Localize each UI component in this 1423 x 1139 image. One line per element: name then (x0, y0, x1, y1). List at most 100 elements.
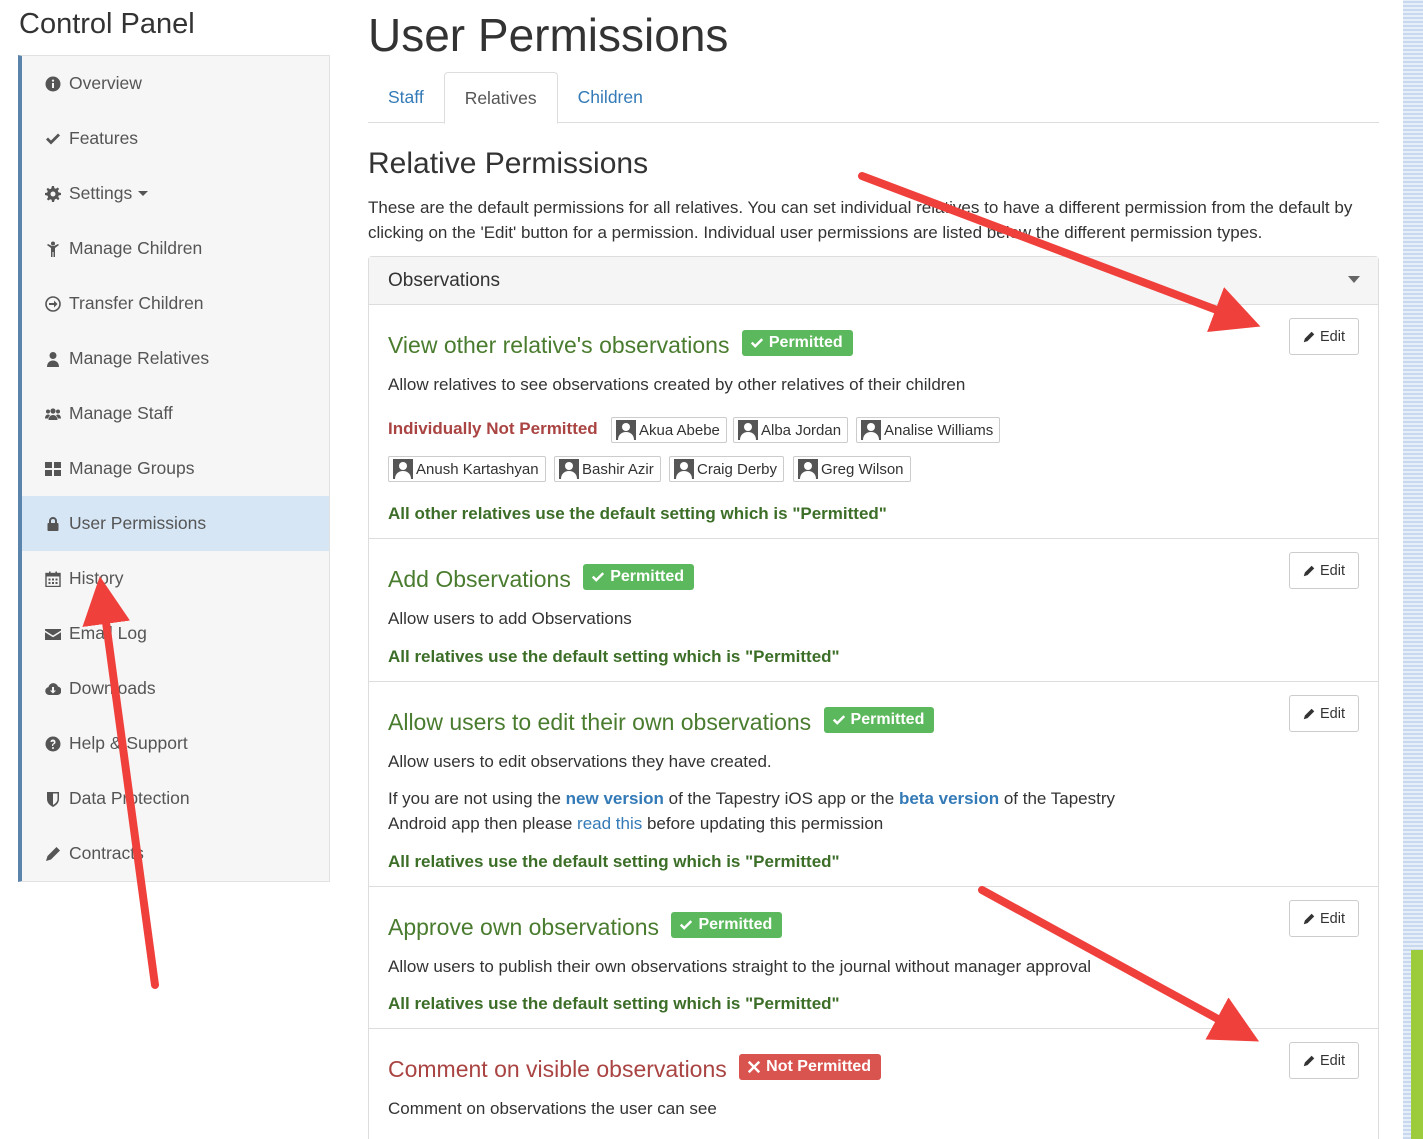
default-setting-text: All relatives use the default setting wh… (388, 852, 840, 871)
sidebar-nav: Overview Features Settings Manage Childr… (18, 55, 330, 882)
sidebar-item-email-log[interactable]: Email Log (22, 606, 329, 661)
sidebar-item-manage-relatives[interactable]: Manage Relatives (22, 331, 329, 386)
tab-relatives[interactable]: Relatives (443, 72, 558, 124)
sidebar-item-transfer-children[interactable]: Transfer Children (22, 276, 329, 331)
calendar-icon (44, 570, 62, 588)
edit-button[interactable]: Edit (1289, 318, 1359, 355)
sidebar-item-manage-staff[interactable]: Manage Staff (22, 386, 329, 441)
groups-icon (44, 460, 62, 478)
permission-description: Allow users to edit observations they ha… (388, 752, 772, 771)
permission-title: View other relative's observations Permi… (388, 330, 853, 359)
status-badge-label: Permitted (610, 568, 685, 585)
sidebar-item-features[interactable]: Features (22, 111, 329, 166)
edit-button[interactable]: Edit (1289, 900, 1359, 937)
status-badge: Permitted (583, 564, 695, 590)
user-chip[interactable]: Akua Abebe (611, 417, 727, 443)
sidebar-title: Control Panel (19, 8, 195, 40)
tab-bar: Staff Relatives Children (368, 72, 1379, 124)
section-title: Relative Permissions (368, 147, 649, 180)
permission-title-text: View other relative's observations (388, 332, 730, 358)
edit-button-label: Edit (1320, 910, 1345, 927)
sidebar-item-help-support[interactable]: Help & Support (22, 716, 329, 771)
panel-heading-label: Observations (388, 269, 500, 291)
window-edge-accent (1411, 950, 1423, 1139)
sidebar-item-manage-groups[interactable]: Manage Groups (22, 441, 329, 496)
sidebar-item-user-permissions[interactable]: User Permissions (22, 496, 329, 551)
check-icon (832, 715, 845, 725)
user-name: Bashir Azir (582, 460, 654, 478)
sidebar-item-label: Help & Support (69, 733, 188, 753)
pencil-icon (1303, 913, 1315, 924)
permission-title-text: Comment on visible observations (388, 1056, 727, 1082)
sidebar-item-label: History (69, 568, 124, 588)
edit-button[interactable]: Edit (1289, 695, 1359, 732)
gear-icon (44, 185, 62, 203)
pencil-icon (44, 845, 62, 863)
status-badge: Permitted (823, 707, 935, 733)
sidebar-item-settings[interactable]: Settings (22, 166, 329, 221)
pencil-icon (1303, 565, 1315, 576)
sidebar-item-data-protection[interactable]: Data Protection (22, 771, 329, 826)
status-badge: Permitted (741, 330, 853, 356)
permission-title: Allow users to edit their own observatio… (388, 707, 935, 736)
lock-icon (44, 515, 62, 533)
sidebar-item-contracts[interactable]: Contracts (22, 826, 329, 881)
avatar-icon (798, 459, 818, 479)
cloud-download-icon (44, 680, 62, 698)
note-text: If you are not using the (388, 789, 566, 808)
default-setting-text: All relatives use the default setting wh… (388, 994, 840, 1013)
caret-down-icon (138, 191, 149, 196)
read-this-link[interactable]: read this (577, 814, 642, 833)
user-chip[interactable]: Greg Wilson (793, 456, 911, 482)
close-icon (748, 1060, 761, 1074)
user-name: Greg Wilson (821, 460, 904, 478)
envelope-icon (44, 625, 62, 643)
sidebar-item-label: Manage Children (69, 238, 203, 258)
sidebar-item-overview[interactable]: Overview (22, 56, 329, 111)
avatar-icon (393, 459, 413, 479)
sidebar-item-manage-children[interactable]: Manage Children (22, 221, 329, 276)
observations-panel: Observations View other relative's obser… (368, 256, 1379, 1139)
permission-row: Allow users to edit their own observatio… (369, 682, 1378, 887)
shield-icon (44, 790, 62, 808)
permission-row: View other relative's observations Permi… (369, 305, 1378, 539)
page-title: User Permissions (368, 9, 729, 61)
user-name: Analise Williams (884, 421, 994, 439)
status-badge-label: Permitted (768, 334, 843, 351)
tab-staff[interactable]: Staff (368, 72, 444, 123)
new-version-link[interactable]: new version (566, 789, 664, 808)
caret-down-icon[interactable] (1348, 276, 1360, 283)
window-edge (1403, 0, 1423, 1139)
check-icon (44, 130, 62, 148)
sidebar-item-downloads[interactable]: Downloads (22, 661, 329, 716)
avatar-icon (559, 459, 579, 479)
sidebar-item-label: Data Protection (69, 788, 190, 808)
avatar-icon (738, 420, 758, 440)
permission-title-text: Allow users to edit their own observatio… (388, 709, 812, 735)
status-badge: Not Permitted (739, 1054, 882, 1080)
user-chip[interactable]: Analise Williams (856, 417, 1001, 443)
sidebar-item-label: Email Log (69, 623, 147, 643)
permission-title-text: Add Observations (388, 566, 571, 592)
user-chip[interactable]: Alba Jordan (733, 417, 849, 443)
app-version-note: If you are not using the new version of … (388, 786, 1168, 836)
permission-description: Allow users to add Observations (388, 609, 632, 628)
sidebar-item-history[interactable]: History (22, 551, 329, 606)
beta-version-link[interactable]: beta version (899, 789, 999, 808)
individually-not-permitted-label: Individually Not Permitted (388, 419, 598, 438)
status-badge-label: Permitted (698, 916, 773, 933)
edit-button[interactable]: Edit (1289, 1042, 1359, 1079)
tab-children[interactable]: Children (558, 72, 663, 123)
sidebar-item-label: Contracts (69, 843, 144, 863)
panel-heading[interactable]: Observations (369, 257, 1378, 305)
info-icon (44, 75, 62, 93)
user-chip[interactable]: Bashir Azir (554, 456, 661, 482)
permission-row: Add Observations Permitted Edit Allow us… (369, 539, 1378, 682)
user-chip[interactable]: Craig Derby (669, 456, 785, 482)
user-chip[interactable]: Anush Kartashyan (388, 456, 546, 482)
edit-button[interactable]: Edit (1289, 552, 1359, 589)
sidebar-item-label: Settings (69, 183, 133, 203)
permission-title: Approve own observations Permitted (388, 912, 783, 941)
permission-title: Add Observations Permitted (388, 564, 695, 593)
status-badge-label: Not Permitted (766, 1058, 872, 1075)
